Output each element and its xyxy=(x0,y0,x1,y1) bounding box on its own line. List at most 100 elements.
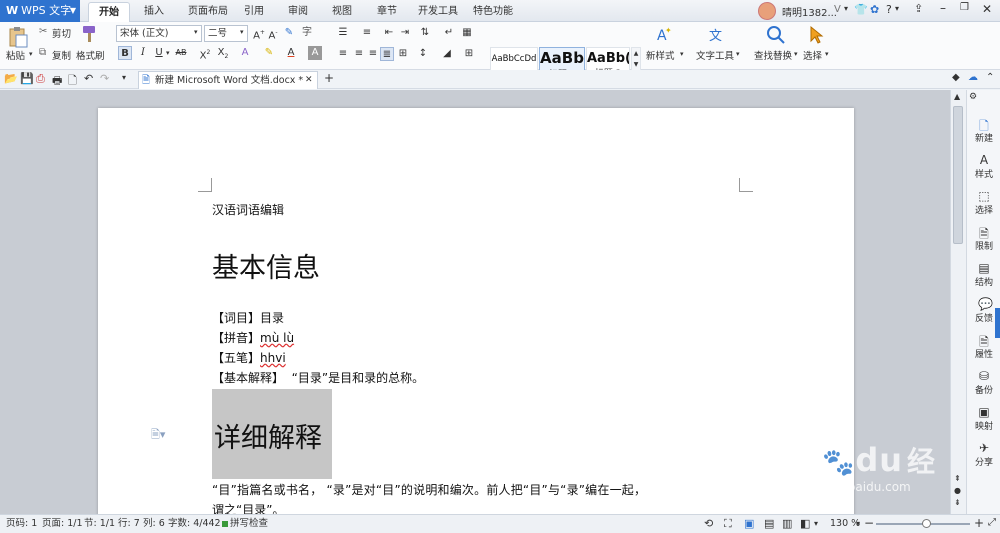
copy-button[interactable]: 复制 xyxy=(52,48,71,62)
panel-new[interactable]: 🗋 新建 xyxy=(967,114,1000,150)
print-preview-icon[interactable]: 🗋 xyxy=(68,72,77,91)
collapse-ribbon-icon[interactable]: ⌃ xyxy=(986,72,994,83)
document-cloud-icon[interactable]: ◆ xyxy=(952,72,960,83)
chevron-down-icon[interactable]: ▾ xyxy=(856,515,860,533)
numbered-list-icon[interactable]: ≡ xyxy=(360,26,374,40)
tab-view[interactable]: 视图 xyxy=(328,2,356,22)
new-style-button[interactable]: 新样式 xyxy=(646,48,675,62)
chevron-down-icon[interactable]: ▾ xyxy=(895,4,899,13)
align-right-icon[interactable]: ≡ xyxy=(366,47,380,61)
fullscreen-icon[interactable]: ⛶ xyxy=(724,515,732,533)
heading-2[interactable]: 详细解释 xyxy=(214,416,322,455)
align-center-icon[interactable]: ≡ xyxy=(352,47,366,61)
paragraph-line[interactable]: “目”指篇名或书名， “录”是对“目”的说明和编次。前人把“目”与“录”编在一起… xyxy=(212,481,646,498)
panel-collapse-handle[interactable] xyxy=(995,308,1000,338)
subscript-button[interactable]: X2 xyxy=(216,46,230,60)
font-name-select[interactable]: 宋体 (正文) xyxy=(116,25,202,42)
document-canvas[interactable]: 汉语词语编辑 基本信息 【词目】目录 【拼音】mù lù 【五笔】hhvi 【基… xyxy=(0,90,950,514)
paste-button[interactable]: 粘贴 xyxy=(6,48,25,62)
paste-icon[interactable] xyxy=(8,26,28,48)
chevron-down-icon[interactable]: ▾ xyxy=(844,4,848,13)
shirt-icon[interactable]: 👕 xyxy=(854,3,868,16)
chevron-down-icon[interactable]: ▾ xyxy=(825,50,829,58)
shrink-font-icon[interactable]: A- xyxy=(266,26,280,41)
chevron-down-icon[interactable]: ▾ xyxy=(29,50,33,58)
outline-view-icon[interactable]: ▥ xyxy=(782,515,792,533)
chevron-down-icon[interactable]: ▾ xyxy=(814,515,818,533)
avatar[interactable] xyxy=(758,2,776,20)
entry-line[interactable]: 【词目】目录 xyxy=(212,309,284,326)
border-icon[interactable]: ⊞ xyxy=(462,47,476,61)
align-left-icon[interactable]: ≡ xyxy=(336,47,350,61)
document-header-line[interactable]: 汉语词语编辑 xyxy=(212,201,284,218)
decrease-indent-icon[interactable]: ⇤ xyxy=(382,26,396,40)
bullet-list-icon[interactable]: ☰ xyxy=(336,26,350,40)
tab-insert[interactable]: 插入 xyxy=(136,2,172,22)
select-button[interactable]: 选择 xyxy=(803,48,822,62)
italic-button[interactable]: I xyxy=(136,46,150,60)
text-effect-icon[interactable]: A xyxy=(238,46,252,60)
read-view-icon[interactable]: ▤ xyxy=(764,515,774,533)
line-spacing-icon[interactable]: ↕ xyxy=(416,47,430,61)
justify-icon[interactable]: ≣ xyxy=(380,47,394,61)
tab-chapter[interactable]: 章节 xyxy=(373,2,401,22)
entry-line[interactable]: 【基本解释】 “目录”是目和录的总称。 xyxy=(212,369,424,386)
panel-backup[interactable]: ⛁ 备份 xyxy=(967,366,1000,402)
revision-icon[interactable]: ⟲ xyxy=(704,515,713,533)
paragraph-handle-icon[interactable]: 🗎▾ xyxy=(151,426,165,445)
scrollbar-thumb[interactable] xyxy=(953,106,963,244)
find-replace-button[interactable]: 查找替换 xyxy=(754,48,792,62)
tab-page-layout[interactable]: 页面布局 xyxy=(180,2,236,22)
chinese-layout-icon[interactable]: ⇅ xyxy=(418,26,432,40)
page-view-icon[interactable]: ▣ xyxy=(744,515,754,533)
web-view-icon[interactable]: ◧ xyxy=(800,515,810,533)
chevron-down-icon[interactable]: ▾ xyxy=(166,49,170,57)
grow-font-icon[interactable]: A+ xyxy=(252,26,266,41)
tab-home[interactable]: 开始 xyxy=(88,2,130,22)
panel-select[interactable]: ⬚ 选择 xyxy=(967,186,1000,222)
zoom-slider-thumb[interactable] xyxy=(922,519,931,528)
prev-page-icon[interactable]: ⇞ xyxy=(954,474,961,483)
skin-icon[interactable]: ✿ xyxy=(870,3,879,16)
phonetic-guide-icon[interactable]: 字 xyxy=(300,26,314,40)
strikethrough-button[interactable]: AB xyxy=(174,46,188,60)
highlight-icon[interactable]: ✎ xyxy=(262,46,276,60)
export-pdf-icon[interactable]: ⎙ xyxy=(36,72,45,86)
minimize-icon[interactable]: – xyxy=(940,1,946,15)
fit-window-icon[interactable]: ⤢ xyxy=(988,514,996,532)
scroll-up-icon[interactable]: ▲ xyxy=(954,92,960,101)
copy-icon[interactable]: ⧉ xyxy=(39,47,46,58)
paragraph-line[interactable]: 谓之“目录”。 xyxy=(212,501,284,514)
chevron-down-icon[interactable]: ▾ xyxy=(736,50,740,58)
cloud-sync-icon[interactable]: ☁ xyxy=(968,72,978,83)
restore-ribbon-icon[interactable]: ⇪ xyxy=(914,2,923,15)
text-tools-icon[interactable]: 文 xyxy=(708,25,726,45)
panel-share[interactable]: ✈ 分享 xyxy=(967,438,1000,474)
document-page[interactable]: 汉语词语编辑 基本信息 【词目】目录 【拼音】mù lù 【五笔】hhvi 【基… xyxy=(98,108,854,514)
shading-fill-icon[interactable]: ◢ xyxy=(440,47,454,61)
increase-indent-icon[interactable]: ⇥ xyxy=(398,26,412,40)
print-icon[interactable]: 🖶 xyxy=(52,72,62,91)
tab-special[interactable]: 特色功能 xyxy=(469,2,517,22)
new-style-icon[interactable]: A✦ xyxy=(654,25,672,45)
browse-object-icon[interactable]: ● xyxy=(954,486,961,495)
open-folder-icon[interactable]: 📂 xyxy=(4,72,18,85)
save-icon[interactable]: 💾 xyxy=(20,72,34,85)
entry-line[interactable]: 【五笔】hhvi xyxy=(212,349,286,366)
close-icon[interactable]: ✕ xyxy=(982,2,992,16)
status-word-count[interactable]: 字数: 4/442 xyxy=(168,515,221,533)
show-marks-icon[interactable]: ↵ xyxy=(442,26,456,40)
text-tools-button[interactable]: 文字工具 xyxy=(696,48,734,62)
zoom-out-icon[interactable]: − xyxy=(864,514,874,532)
superscript-button[interactable]: X2 xyxy=(198,46,212,61)
document-tab[interactable]: 🗎 新建 Microsoft Word 文档.docx * ✕ xyxy=(138,71,318,89)
wps-app-menu-button[interactable]: W WPS 文字 ▼ xyxy=(0,0,80,22)
zoom-in-icon[interactable]: + xyxy=(974,514,984,532)
tab-developer[interactable]: 开发工具 xyxy=(416,2,460,22)
tab-review[interactable]: 审阅 xyxy=(284,2,312,22)
format-painter-button[interactable]: 格式刷 xyxy=(76,48,105,62)
panel-mapping[interactable]: ▣ 映射 xyxy=(967,402,1000,438)
char-shading-icon[interactable]: A xyxy=(308,46,322,60)
panel-styles[interactable]: A 样式 xyxy=(967,150,1000,186)
user-name[interactable]: 晴明1382... xyxy=(782,4,837,19)
